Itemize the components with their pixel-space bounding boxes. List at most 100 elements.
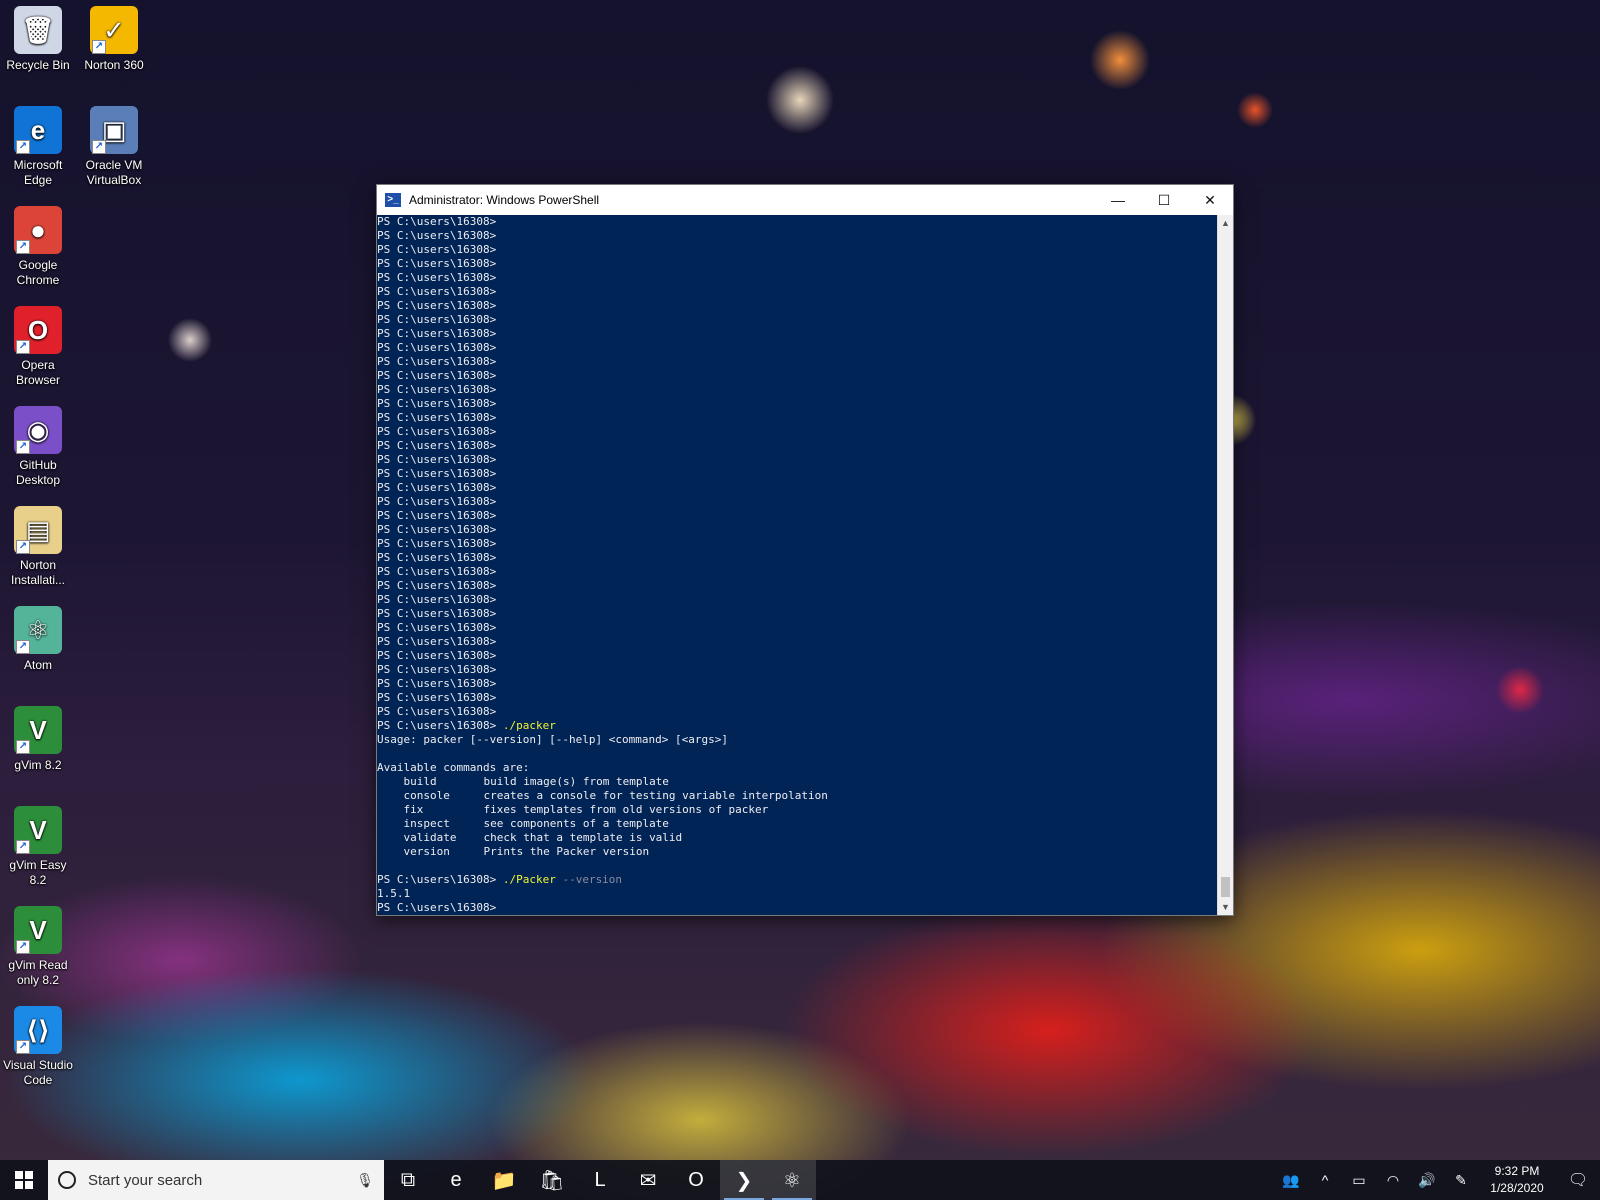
wifi-icon[interactable]: ◠ bbox=[1376, 1172, 1410, 1189]
battery-icon[interactable]: ▭ bbox=[1342, 1172, 1376, 1189]
prompt-line: PS C:\users\16308> bbox=[377, 663, 1217, 677]
taskbar-store-icon[interactable]: 🛍 bbox=[528, 1160, 576, 1200]
taskbar-edge-icon[interactable]: e bbox=[432, 1160, 480, 1200]
minimize-button[interactable]: — bbox=[1095, 185, 1141, 215]
prompt-line: PS C:\users\16308> bbox=[377, 579, 1217, 593]
people-icon[interactable]: 👥 bbox=[1274, 1172, 1308, 1189]
search-placeholder: Start your search bbox=[88, 1171, 203, 1189]
notification-center-icon[interactable]: 🗨 bbox=[1556, 1170, 1600, 1190]
window-titlebar[interactable]: >_ Administrator: Windows PowerShell — ☐… bbox=[377, 185, 1233, 215]
command-description: see components of a template bbox=[483, 817, 669, 830]
scroll-up-icon[interactable]: ▲ bbox=[1218, 215, 1233, 231]
prompt: PS C:\users\16308> bbox=[377, 453, 497, 466]
scroll-thumb[interactable] bbox=[1221, 877, 1230, 897]
prompt-line: PS C:\users\16308> bbox=[377, 481, 1217, 495]
prompt: PS C:\users\16308> bbox=[377, 243, 497, 256]
desktop-icon-github-desktop[interactable]: ◉ ↗ GitHub Desktop bbox=[0, 406, 76, 488]
console-output[interactable]: PS C:\users\16308> PS C:\users\16308> PS C… bbox=[377, 215, 1217, 915]
prompt: PS C:\users\16308> bbox=[377, 229, 497, 242]
start-button[interactable] bbox=[0, 1160, 48, 1200]
prompt: PS C:\users\16308> bbox=[377, 593, 497, 606]
command-name: build bbox=[403, 775, 437, 788]
prompt-line: PS C:\users\16308> bbox=[377, 369, 1217, 383]
prompt: PS C:\users\16308> bbox=[377, 705, 497, 718]
desktop-icon-norton-360[interactable]: ✓ ↗ Norton 360 bbox=[76, 6, 152, 73]
prompt-line: PS C:\users\16308> bbox=[377, 313, 1217, 327]
prompt-line: PS C:\users\16308> bbox=[377, 537, 1217, 551]
prompt: PS C:\users\16308> bbox=[377, 579, 497, 592]
taskbar-powershell-icon[interactable]: ❯ bbox=[720, 1160, 768, 1200]
prompt-line: PS C:\users\16308> bbox=[377, 383, 1217, 397]
desktop-icon-norton-installati[interactable]: ▤ ↗ Norton Installati... bbox=[0, 506, 76, 588]
desktop-icon-gvim-8-2[interactable]: V ↗ gVim 8.2 bbox=[0, 706, 76, 773]
vertical-scrollbar[interactable]: ▲ ▼ bbox=[1217, 215, 1233, 915]
atom-icon: ⚛ ↗ bbox=[14, 606, 62, 654]
desktop-icon-recycle-bin[interactable]: 🗑 Recycle Bin bbox=[0, 6, 76, 73]
prompt: PS C:\users\16308> bbox=[377, 369, 497, 382]
prompt-line: PS C:\users\16308> bbox=[377, 523, 1217, 537]
desktop-icon-gvim-easy-8-2[interactable]: V ↗ gVim Easy 8.2 bbox=[0, 806, 76, 888]
command-name: version bbox=[403, 845, 450, 858]
maximize-button[interactable]: ☐ bbox=[1141, 185, 1187, 215]
taskbar-opera-icon[interactable]: O bbox=[672, 1160, 720, 1200]
taskbar-task-view-icon[interactable]: ⧉ bbox=[384, 1160, 432, 1200]
microphone-icon[interactable]: 🎙 bbox=[356, 1172, 374, 1189]
microsoft-edge-icon: e ↗ bbox=[14, 106, 62, 154]
output-line: Usage: packer [--version] [--help] <comm… bbox=[377, 733, 1217, 747]
desktop-icon-microsoft-edge[interactable]: e ↗ Microsoft Edge bbox=[0, 106, 76, 188]
prompt: PS C:\users\16308> bbox=[377, 285, 497, 298]
desktop-icon-gvim-read-only-8-2[interactable]: V ↗ gVim Read only 8.2 bbox=[0, 906, 76, 988]
shortcut-arrow-icon: ↗ bbox=[92, 140, 106, 154]
shortcut-arrow-icon: ↗ bbox=[16, 540, 30, 554]
google-chrome-icon: ● ↗ bbox=[14, 206, 62, 254]
volume-icon[interactable]: 🔊 bbox=[1410, 1172, 1444, 1189]
prompt-line: PS C:\users\16308> bbox=[377, 341, 1217, 355]
command-help-line: fix fixes templates from old versions of … bbox=[377, 803, 1217, 817]
github-desktop-icon: ◉ ↗ bbox=[14, 406, 62, 454]
command-line: PS C:\users\16308> ./Packer --version bbox=[377, 873, 1217, 887]
taskbar-mail-icon[interactable]: ✉ bbox=[624, 1160, 672, 1200]
desktop-icon-atom[interactable]: ⚛ ↗ Atom bbox=[0, 606, 76, 673]
desktop-icon-oracle-vm-virtualbox[interactable]: ▣ ↗ Oracle VM VirtualBox bbox=[76, 106, 152, 188]
prompt: PS C:\users\16308> bbox=[377, 355, 497, 368]
command-description: Prints the Packer version bbox=[483, 845, 650, 858]
chevron-up-icon[interactable]: ^ bbox=[1308, 1172, 1342, 1188]
output-line: Available commands are: bbox=[377, 761, 1217, 775]
visual-studio-code-icon: ⟨⟩ ↗ bbox=[14, 1006, 62, 1054]
prompt-line: PS C:\users\16308> bbox=[377, 677, 1217, 691]
prompt: PS C:\users\16308> bbox=[377, 439, 497, 452]
prompt: PS C:\users\16308> bbox=[377, 271, 497, 284]
clock[interactable]: 9:32 PM 1/28/2020 bbox=[1478, 1163, 1556, 1197]
desktop-icon-opera-browser[interactable]: O ↗ Opera Browser bbox=[0, 306, 76, 388]
taskbar-atom-icon[interactable]: ⚛ bbox=[768, 1160, 816, 1200]
command-line: PS C:\users\16308> ./packer bbox=[377, 719, 1217, 733]
output-line: 1.5.1 bbox=[377, 887, 1217, 901]
powershell-window[interactable]: >_ Administrator: Windows PowerShell — ☐… bbox=[376, 184, 1234, 916]
prompt: PS C:\users\16308> bbox=[377, 621, 497, 634]
pen-icon[interactable]: ✎ bbox=[1444, 1172, 1478, 1189]
taskbar-file-explorer-icon[interactable]: 📁 bbox=[480, 1160, 528, 1200]
prompt-line: PS C:\users\16308> bbox=[377, 901, 1217, 915]
prompt-line: PS C:\users\16308> bbox=[377, 495, 1217, 509]
prompt: PS C:\users\16308> bbox=[377, 537, 497, 550]
command-description: build image(s) from template bbox=[483, 775, 669, 788]
desktop-icon-visual-studio-code[interactable]: ⟨⟩ ↗ Visual Studio Code bbox=[0, 1006, 76, 1088]
close-button[interactable]: ✕ bbox=[1187, 185, 1233, 215]
usage-text: Usage: packer [--version] [--help] <comm… bbox=[377, 733, 728, 746]
desktop-icon-label: Recycle Bin bbox=[6, 58, 70, 72]
desktop-icon-google-chrome[interactable]: ● ↗ Google Chrome bbox=[0, 206, 76, 288]
prompt-line: PS C:\users\16308> bbox=[377, 327, 1217, 341]
taskbar-search[interactable]: Start your search 🎙 bbox=[48, 1160, 384, 1200]
windows-logo-icon bbox=[15, 1171, 33, 1189]
shortcut-arrow-icon: ↗ bbox=[16, 440, 30, 454]
prompt: PS C:\users\16308> bbox=[377, 467, 497, 480]
version-output: 1.5.1 bbox=[377, 887, 411, 900]
taskbar-l-app-icon[interactable]: L bbox=[576, 1160, 624, 1200]
powershell-icon: >_ bbox=[385, 193, 401, 207]
prompt-line: PS C:\users\16308> bbox=[377, 271, 1217, 285]
scroll-down-icon[interactable]: ▼ bbox=[1218, 899, 1233, 915]
